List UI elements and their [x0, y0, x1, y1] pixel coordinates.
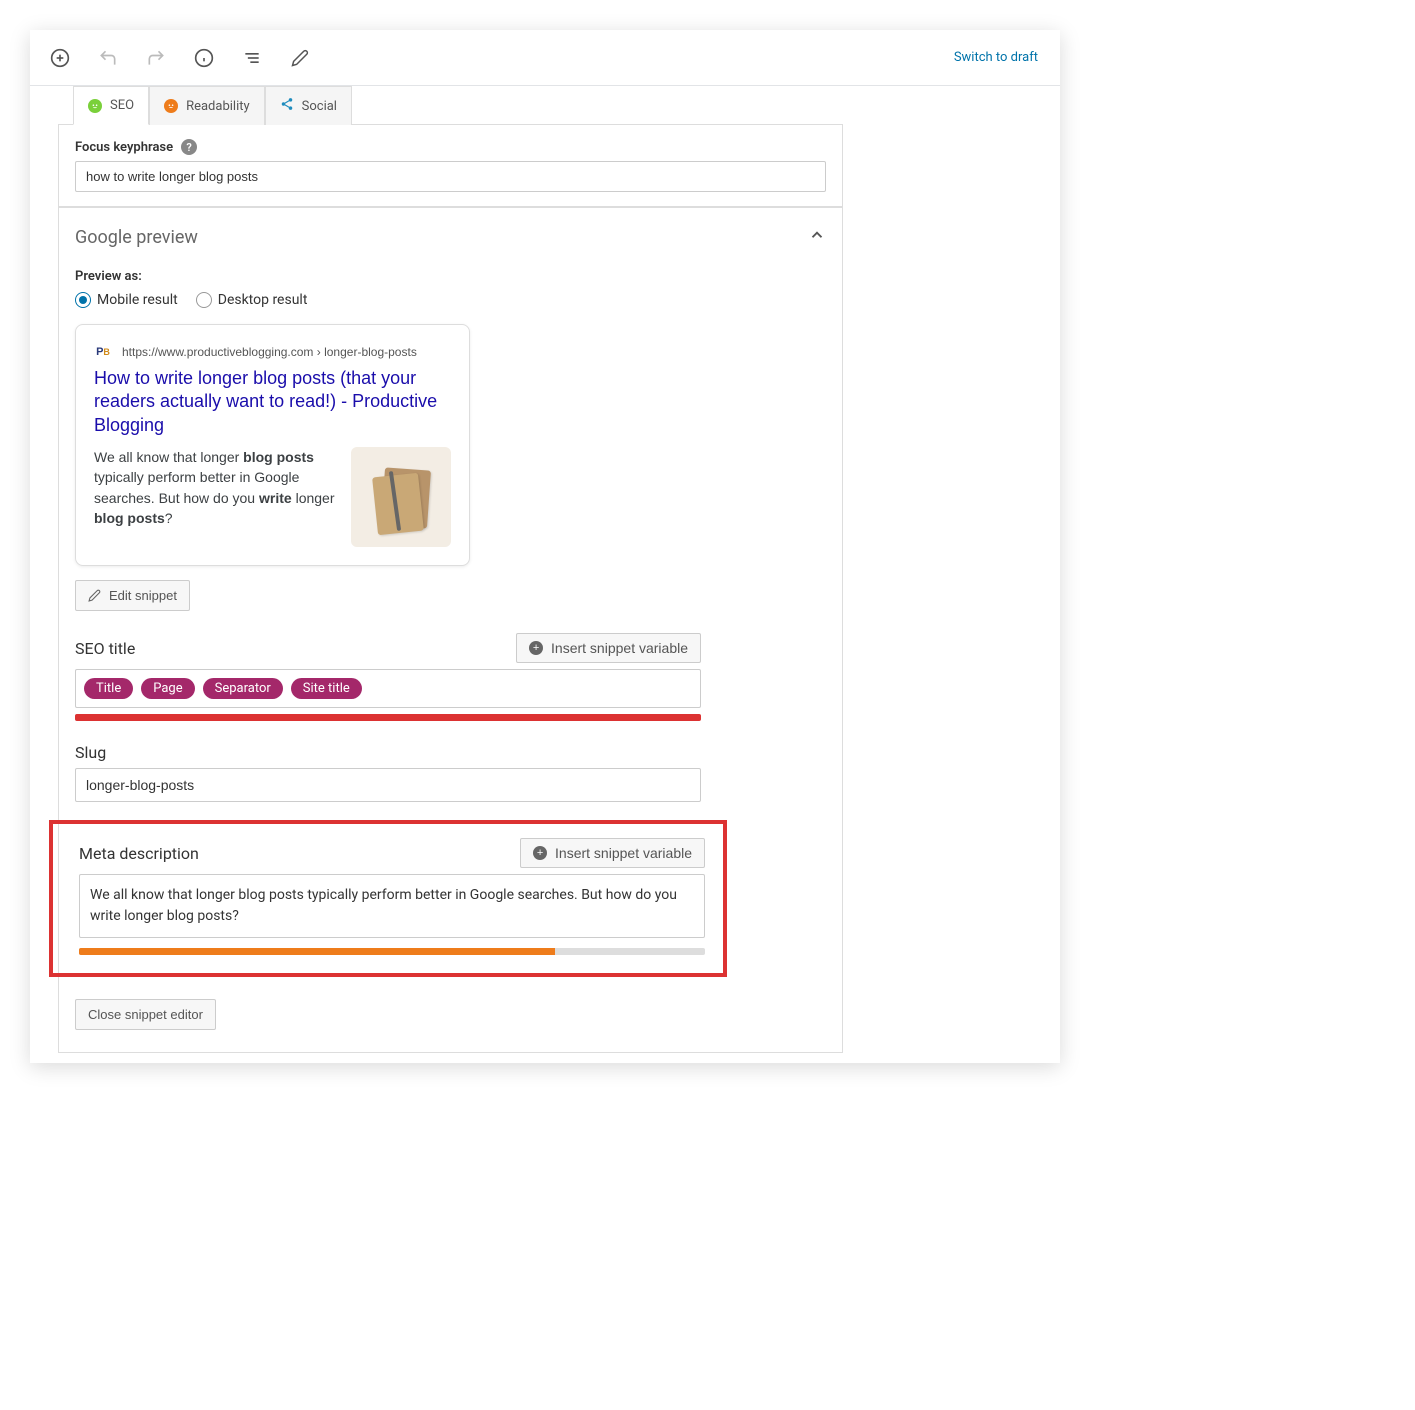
readability-score-icon — [164, 99, 178, 113]
snippet-description: We all know that longer blog posts typic… — [94, 447, 341, 547]
edit-snippet-button[interactable]: Edit snippet — [75, 580, 190, 611]
help-icon[interactable]: ? — [181, 139, 197, 155]
share-icon — [280, 97, 294, 115]
focus-keyphrase-label: Focus keyphrase — [75, 140, 173, 155]
chevron-up-icon[interactable] — [808, 226, 826, 249]
radio-mobile-result[interactable]: Mobile result — [75, 292, 178, 308]
tab-seo[interactable]: SEO — [73, 86, 149, 125]
plus-circle-icon: + — [529, 641, 543, 655]
close-snippet-editor-button[interactable]: Close snippet editor — [75, 999, 216, 1030]
edit-button[interactable] — [282, 40, 318, 76]
radio-mobile-label: Mobile result — [97, 292, 178, 308]
switch-to-draft-link[interactable]: Switch to draft — [944, 42, 1048, 73]
topbar-left — [42, 40, 318, 76]
meta-description-highlight: Meta description + Insert snippet variab… — [49, 820, 727, 977]
google-snippet-preview: PB https://www.productiveblogging.com › … — [75, 324, 470, 566]
slug-input[interactable] — [75, 768, 701, 802]
radio-desktop-result[interactable]: Desktop result — [196, 292, 308, 308]
yoast-tabs: SEO Readability Social — [58, 85, 843, 125]
seo-title-block: SEO title + Insert snippet variable Titl… — [75, 633, 826, 721]
radio-icon — [75, 292, 91, 308]
pill-site-title[interactable]: Site title — [291, 678, 362, 699]
tab-social-label: Social — [302, 99, 337, 114]
insert-variable-meta-button[interactable]: + Insert snippet variable — [520, 838, 705, 868]
redo-button[interactable] — [138, 40, 174, 76]
seo-title-progress — [75, 714, 701, 721]
focus-keyphrase-input[interactable] — [75, 161, 826, 192]
slug-block: Slug — [75, 743, 826, 802]
pill-separator[interactable]: Separator — [203, 678, 283, 699]
seo-score-icon — [88, 99, 102, 113]
insert-variable-seo-title-button[interactable]: + Insert snippet variable — [516, 633, 701, 663]
meta-description-progress — [79, 948, 705, 955]
close-snippet-label: Close snippet editor — [88, 1007, 203, 1022]
insert-variable-label: Insert snippet variable — [555, 845, 692, 861]
slug-label: Slug — [75, 743, 826, 762]
google-preview-title: Google preview — [75, 227, 198, 248]
info-button[interactable] — [186, 40, 222, 76]
editor-topbar: Switch to draft — [30, 30, 1060, 86]
seo-title-label: SEO title — [75, 639, 135, 658]
snippet-url: https://www.productiveblogging.com › lon… — [122, 345, 417, 359]
google-preview-header[interactable]: Google preview — [58, 207, 843, 259]
editor-frame: Switch to draft SEO Readability Soci — [30, 30, 1060, 1063]
focus-keyphrase-section: Focus keyphrase ? — [58, 125, 843, 207]
snippet-title: How to write longer blog posts (that you… — [94, 367, 451, 437]
preview-as-label: Preview as: — [75, 269, 826, 284]
pill-title[interactable]: Title — [84, 678, 133, 699]
undo-button[interactable] — [90, 40, 126, 76]
meta-description-input[interactable] — [79, 874, 705, 938]
edit-snippet-label: Edit snippet — [109, 588, 177, 603]
yoast-panel: SEO Readability Social Focus keyphrase ? — [58, 85, 843, 1053]
pill-page[interactable]: Page — [141, 678, 194, 699]
outline-button[interactable] — [234, 40, 270, 76]
tab-readability-label: Readability — [186, 99, 250, 114]
plus-circle-icon: + — [533, 846, 547, 860]
tab-seo-label: SEO — [110, 98, 134, 113]
preview-as-row: Mobile result Desktop result — [75, 292, 826, 308]
google-preview-body: Preview as: Mobile result Desktop result… — [58, 259, 843, 1053]
snippet-thumbnail — [351, 447, 451, 547]
tab-social[interactable]: Social — [265, 86, 352, 125]
radio-icon — [196, 292, 212, 308]
meta-description-label: Meta description — [79, 844, 199, 863]
seo-title-input[interactable]: Title Page Separator Site title — [75, 669, 701, 708]
insert-variable-label: Insert snippet variable — [551, 640, 688, 656]
tab-readability[interactable]: Readability — [149, 86, 265, 125]
site-favicon: PB — [94, 343, 112, 361]
add-block-button[interactable] — [42, 40, 78, 76]
radio-desktop-label: Desktop result — [218, 292, 308, 308]
